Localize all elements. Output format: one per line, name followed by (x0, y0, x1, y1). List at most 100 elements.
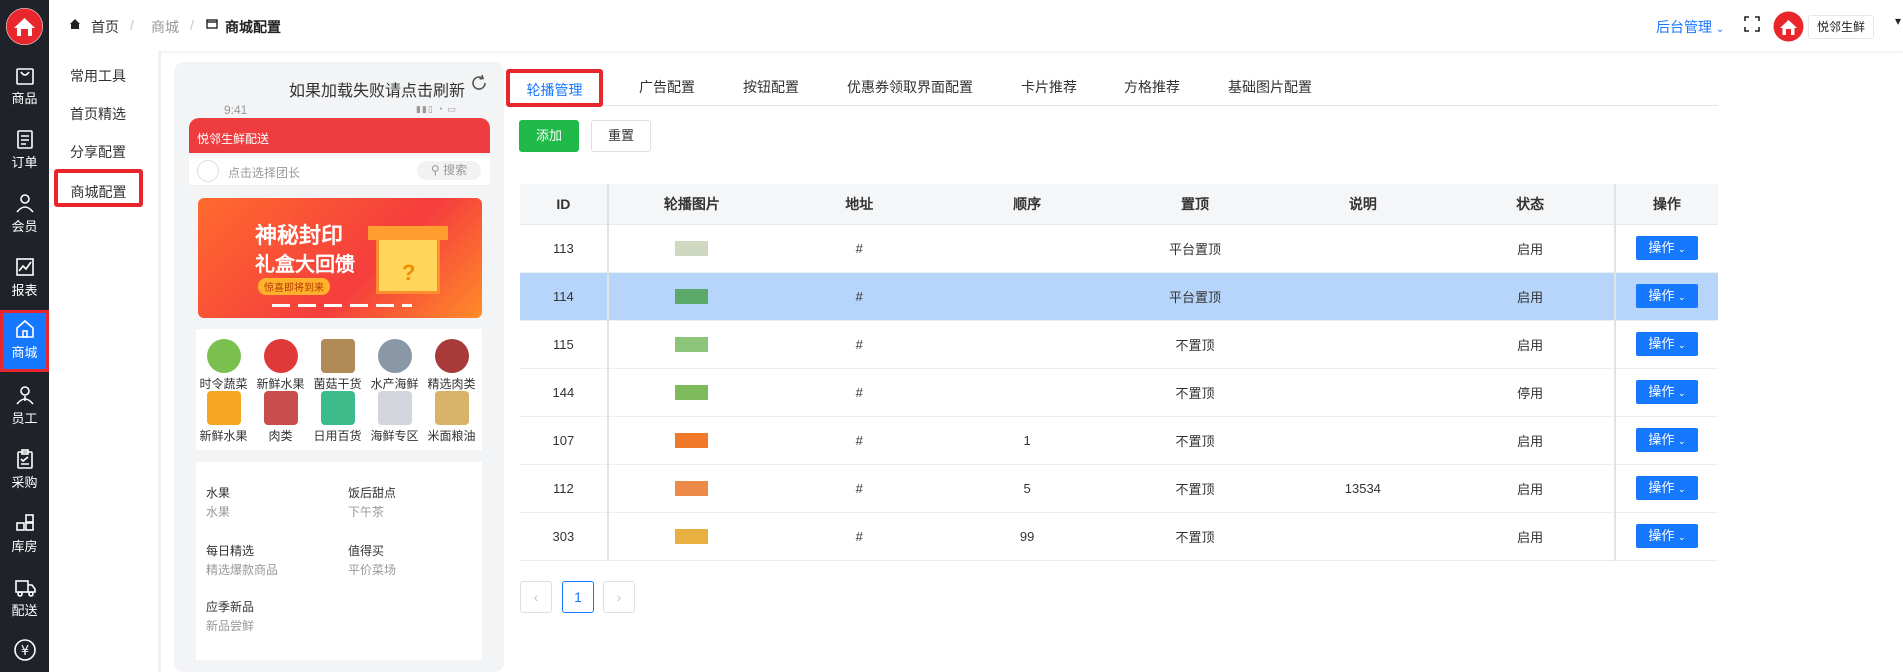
config-tabs: 轮播管理 广告配置 按钮配置 优惠券领取界面配置 卡片推荐 方格推荐 基础图片配… (506, 64, 1718, 107)
cell-image (606, 416, 776, 465)
rail-item-mall[interactable]: 商城 (0, 310, 49, 372)
rail-item-delivery[interactable]: 配送 (0, 568, 49, 630)
cell-description (1279, 272, 1447, 321)
category-item[interactable]: 时令蔬菜 (196, 339, 251, 392)
phone-search-button[interactable]: ⚲ 搜索 (417, 161, 481, 180)
rec-item[interactable]: 饭后甜点 下午茶 (348, 484, 396, 520)
category-item[interactable]: 米面粮油 (424, 391, 479, 444)
breadcrumb-home[interactable]: 首页 (91, 17, 119, 37)
store-logo-icon[interactable] (6, 8, 43, 45)
table-row[interactable]: 112 #5 不置顶 13534 启用 操作 ⌄ (520, 464, 1718, 513)
row-action-button[interactable]: 操作 ⌄ (1635, 380, 1698, 404)
home-icon[interactable] (69, 17, 81, 33)
rail-item-warehouse[interactable]: 库房 (0, 504, 49, 566)
row-action-button[interactable]: 操作 ⌄ (1635, 332, 1698, 356)
category-item[interactable]: 新鲜水果 (253, 339, 308, 392)
fullscreen-icon[interactable] (1744, 16, 1760, 35)
refresh-icon[interactable] (470, 74, 488, 95)
tab-grid-recommend[interactable]: 方格推荐 (1124, 77, 1180, 97)
rail-item-staff[interactable]: 员工 (0, 376, 49, 438)
rec-item[interactable]: 水果 水果 (206, 484, 230, 520)
carousel-thumbnail[interactable] (675, 385, 709, 401)
breadcrumb-mall[interactable]: 商城 (151, 17, 179, 37)
subnav-item-mall-config[interactable]: 商城配置 (54, 169, 143, 207)
rail-item-purchase[interactable]: 采购 (0, 440, 49, 502)
row-action-button[interactable]: 操作 ⌄ (1635, 428, 1698, 452)
choose-leader-text[interactable]: 点击选择团长 (228, 164, 300, 181)
table-row[interactable]: 115 # 不置顶 启用 操作 ⌄ (520, 320, 1718, 369)
prev-page-button[interactable]: ‹ (520, 581, 552, 613)
category-item[interactable]: 水产海鲜 (367, 339, 422, 392)
cell-status: 停用 (1446, 368, 1615, 417)
column-header: ID (520, 184, 608, 225)
rail-label: 商城 (11, 345, 38, 360)
rec-subtitle: 精选爆款商品 (206, 563, 279, 577)
user-name-badge[interactable]: 悦邻生鲜 (1808, 15, 1875, 39)
tab-carousel[interactable]: 轮播管理 (506, 69, 603, 107)
category-item[interactable]: 海鲜专区 (367, 391, 422, 444)
row-action-button[interactable]: 操作 ⌄ (1635, 236, 1698, 260)
category-item[interactable]: 肉类 (253, 391, 308, 444)
add-button[interactable]: 添加 (519, 120, 579, 152)
yen-icon: ¥ (13, 639, 36, 661)
row-action-button[interactable]: 操作 ⌄ (1635, 524, 1698, 548)
carousel-thumbnail[interactable] (675, 529, 709, 545)
next-page-button[interactable]: › (603, 581, 635, 613)
rail-item-finance[interactable]: ¥ (0, 630, 49, 672)
admin-menu-label: 后台管理 (1656, 19, 1712, 35)
tab-ads[interactable]: 广告配置 (639, 77, 695, 97)
tab-card-recommend[interactable]: 卡片推荐 (1021, 77, 1077, 97)
row-action-button[interactable]: 操作 ⌄ (1635, 284, 1698, 308)
top-header: 首页 / 商城 / 商城配置 后台管理 ⌄ 悦邻生鲜 ▾ (49, 0, 1903, 51)
tab-base-images[interactable]: 基础图片配置 (1228, 77, 1312, 97)
carousel-thumbnail[interactable] (675, 241, 709, 257)
chevron-down-icon: ⌄ (1677, 340, 1686, 350)
rail-item-reports[interactable]: 报表 (0, 248, 49, 310)
category-item[interactable]: 精选肉类 (424, 339, 479, 392)
table-row[interactable]: 113 # 平台置顶 启用 操作 ⌄ (520, 224, 1718, 273)
page-number[interactable]: 1 (562, 581, 594, 613)
admin-menu[interactable]: 后台管理 ⌄ (1656, 17, 1724, 37)
rec-item[interactable]: 值得买 平价菜场 (348, 542, 396, 578)
rail-item-goods[interactable]: 商品 (0, 56, 49, 118)
rail-item-orders[interactable]: 订单 (0, 120, 49, 182)
avatar[interactable] (1773, 11, 1804, 42)
table-row[interactable]: 144 # 不置顶 停用 操作 ⌄ (520, 368, 1718, 417)
reset-button[interactable]: 重置 (591, 120, 651, 152)
carousel-thumbnail[interactable] (675, 481, 709, 497)
table-row[interactable]: 114 # 平台置顶 启用 操作 ⌄ (520, 272, 1718, 321)
tab-coupon[interactable]: 优惠券领取界面配置 (847, 77, 973, 97)
carousel-thumbnail[interactable] (675, 337, 709, 353)
subnav-item-share[interactable]: 分享配置 (70, 142, 126, 162)
rec-item[interactable]: 每日精选 精选爆款商品 (206, 542, 278, 578)
caret-down-icon[interactable]: ▾ (1895, 14, 1901, 28)
subnav-item-home-picks[interactable]: 首页精选 (70, 104, 126, 124)
cell-pin: 不置顶 (1110, 368, 1280, 417)
category-label: 菌菇干货 (313, 377, 362, 391)
cell-status: 启用 (1446, 224, 1615, 273)
user-icon (15, 194, 34, 213)
promo-banner[interactable]: 神秘封印 礼盒大回馈 惊喜即将到来 ? (198, 198, 482, 318)
table-row[interactable]: 107 #1 不置顶 启用 操作 ⌄ (520, 416, 1718, 465)
rail-item-members[interactable]: 会员 (0, 184, 49, 246)
category-item[interactable]: 日用百货 (310, 391, 365, 444)
refresh-hint[interactable]: 如果加载失败请点击刷新 (289, 77, 465, 101)
category-item[interactable]: 菌菇干货 (310, 339, 365, 392)
cell-order (943, 368, 1111, 417)
subnav-item-tools[interactable]: 常用工具 (70, 66, 126, 86)
cell-actions: 操作 ⌄ (1613, 320, 1718, 369)
category-item[interactable]: 新鲜水果 (196, 391, 251, 444)
tab-buttons[interactable]: 按钮配置 (743, 77, 799, 97)
table-row[interactable]: 303 #99 不置顶 启用 操作 ⌄ (520, 512, 1718, 561)
recommend-panel: 水果 水果 饭后甜点 下午茶 每日精选 精选爆款商品 值得买 平价菜场 应季新品 新品尝鲜 (196, 462, 482, 660)
carousel-thumbnail[interactable] (675, 433, 709, 449)
truck-icon (14, 580, 36, 597)
category-label: 米面粮油 (427, 429, 476, 443)
chevron-down-icon: ⌄ (1677, 292, 1686, 302)
cell-id: 144 (520, 368, 608, 417)
carousel-thumbnail[interactable] (675, 289, 709, 305)
rail-label: 员工 (11, 411, 38, 426)
rec-item[interactable]: 应季新品 新品尝鲜 (206, 598, 254, 634)
row-action-label: 操作 (1648, 384, 1675, 399)
row-action-button[interactable]: 操作 ⌄ (1635, 476, 1698, 500)
